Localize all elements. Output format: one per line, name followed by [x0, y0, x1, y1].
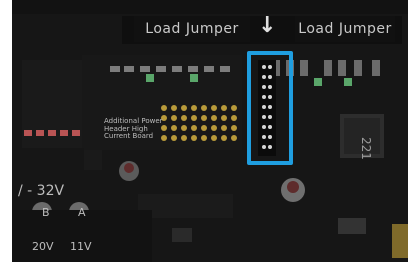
svg-text:221: 221 — [359, 137, 373, 160]
label-20v: 20V — [32, 240, 54, 253]
label-a: A — [78, 206, 86, 219]
load-jumper-label-left: Load Jumper — [134, 16, 250, 42]
label-11v: 11V — [70, 240, 92, 253]
circuit-board: 221 Load Jumper ↓ Load Jumper / - 32V B … — [12, 0, 408, 262]
down-arrow-icon: ↓ — [258, 13, 277, 38]
voltage-text: / - 32V — [18, 183, 65, 199]
jumper-highlight-box — [247, 51, 293, 165]
image-frame: 221 Load Jumper ↓ Load Jumper / - 32V B … — [0, 0, 420, 265]
label-b: B — [42, 206, 50, 219]
silkscreen-label: Additional Power Header High Current Boa… — [104, 117, 163, 141]
load-jumper-label-right: Load Jumper — [295, 16, 395, 42]
